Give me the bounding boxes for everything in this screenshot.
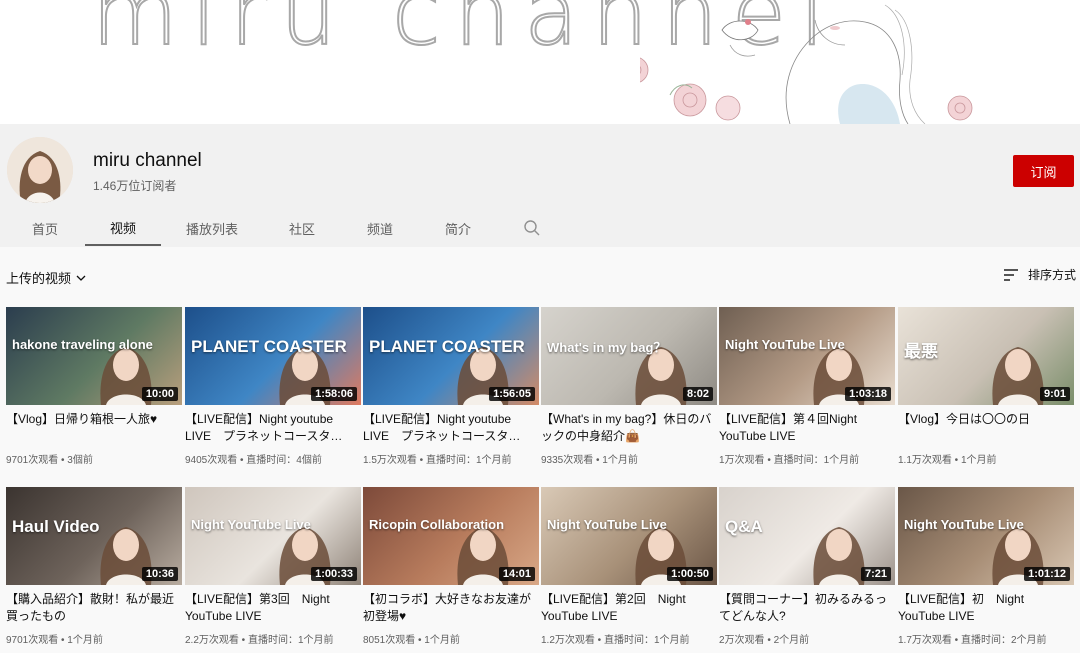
uploads-dropdown[interactable]: 上传的视频 (6, 268, 87, 287)
video-meta: 8051次观看 • 1个月前 (363, 635, 460, 646)
video-duration: 1:00:50 (667, 567, 713, 581)
video-thumbnail[interactable]: Night YouTube Live 1:03:18 (719, 307, 895, 405)
video-title[interactable]: 【LIVE配信】第2回 Night YouTube LIVE (541, 591, 717, 625)
video-title[interactable]: 【Vlog】今日は〇〇の日 (898, 411, 1074, 445)
channel-banner: miru channel (0, 0, 1080, 124)
video-card[interactable]: Haul Video 10:36 【購入品紹介】散財！私が最近買ったもの 9701次观… (6, 487, 182, 646)
thumbnail-text: What's in my bag？ (547, 340, 667, 355)
search-icon[interactable] (523, 219, 541, 237)
tab-community[interactable]: 社区 (274, 210, 330, 246)
thumbnail-text: hakone traveling alone (12, 337, 153, 352)
video-meta: 2.2万次观看 • 直播时间：1个月前 (185, 635, 334, 646)
video-card[interactable]: Ricopin Collaboration 14:01 【初コラボ】大好きなお友達が… (363, 487, 539, 646)
video-meta: 2万次观看 • 2个月前 (719, 635, 810, 646)
video-title[interactable]: 【質問コーナー】初みるみるってどんな人? (719, 591, 895, 625)
video-card[interactable]: Night YouTube Live 1:00:33 【LIVE配信】第3回 Nig… (185, 487, 361, 646)
thumbnail-text: Night YouTube Live (191, 517, 311, 532)
video-duration: 8:02 (682, 387, 713, 401)
video-title[interactable]: 【LIVE配信】Night youtube LIVE プラネットコースタ… (363, 411, 539, 445)
video-title[interactable]: 【LIVE配信】初 Night YouTube LIVE (898, 591, 1074, 625)
video-thumbnail[interactable]: Q&A 7:21 (719, 487, 895, 585)
video-meta: 9335次观看 • 1个月前 (541, 455, 638, 466)
video-thumbnail[interactable]: What's in my bag？ 8:02 (541, 307, 717, 405)
video-meta: 9701次观看 • 1个月前 (6, 635, 103, 646)
thumbnail-text: Night YouTube Live (725, 337, 845, 352)
video-card[interactable]: PLANET COASTER 1:58:06 【LIVE配信】Night youtu… (185, 307, 361, 466)
thumbnail-text: Night YouTube Live (547, 517, 667, 532)
video-title[interactable]: 【LIVE配信】第3回 Night YouTube LIVE (185, 591, 361, 625)
video-title[interactable]: 【Vlog】日帰り箱根一人旅♥ (6, 411, 182, 445)
avatar-image (7, 137, 73, 203)
tab-home[interactable]: 首页 (18, 210, 72, 246)
chevron-down-icon (76, 275, 86, 281)
video-title[interactable]: 【初コラボ】大好きなお友達が初登場♥ (363, 591, 539, 625)
subscriber-count: 1.46万位订阅者 (93, 179, 177, 193)
video-card[interactable]: Night YouTube Live 1:03:18 【LIVE配信】第４回Nigh… (719, 307, 895, 466)
video-meta: 1.5万次观看 • 直播时间：1个月前 (363, 455, 512, 466)
tab-channels[interactable]: 频道 (352, 210, 408, 246)
thumbnail-text: Night YouTube Live (904, 517, 1024, 532)
video-card[interactable]: Night YouTube Live 1:01:12 【LIVE配信】初 Night… (898, 487, 1074, 646)
sort-icon (1004, 268, 1018, 281)
video-duration: 1:01:12 (1024, 567, 1070, 581)
video-title[interactable]: 【購入品紹介】散財！私が最近買ったもの (6, 591, 182, 625)
tab-videos[interactable]: 视频 (85, 210, 161, 246)
video-thumbnail[interactable]: PLANET COASTER 1:58:06 (185, 307, 361, 405)
video-thumbnail[interactable]: Ricopin Collaboration 14:01 (363, 487, 539, 585)
video-title[interactable]: 【LIVE配信】Night youtube LIVE プラネットコースタ… (185, 411, 361, 445)
video-title[interactable]: 【What's in my bag?】休日のバックの中身紹介👜 (541, 411, 717, 445)
video-duration: 1:56:05 (489, 387, 535, 401)
video-duration: 7:21 (860, 567, 891, 581)
video-meta: 1万次观看 • 直播时间：1个月前 (719, 455, 860, 466)
sort-label: 排序方式 (1028, 268, 1077, 282)
sort-button[interactable]: 排序方式 (1003, 266, 1076, 283)
video-meta: 1.7万次观看 • 直播时间：2个月前 (898, 635, 1047, 646)
video-card[interactable]: Night YouTube Live 1:00:50 【LIVE配信】第2回 Nig… (541, 487, 717, 646)
video-title[interactable]: 【LIVE配信】第４回Night YouTube LIVE (719, 411, 895, 445)
video-duration: 9:01 (1039, 387, 1070, 401)
video-duration: 10:36 (141, 567, 178, 581)
section-title: 上传的视频 (6, 271, 72, 286)
thumbnail-text: 最悪 (904, 342, 938, 361)
thumbnail-text: PLANET COASTER (369, 337, 525, 356)
video-duration: 10:00 (141, 387, 178, 401)
thumbnail-text: Haul Video (12, 517, 100, 536)
video-thumbnail[interactable]: Haul Video 10:36 (6, 487, 182, 585)
banner-illustration (640, 4, 973, 124)
video-thumbnail[interactable]: 最悪 9:01 (898, 307, 1074, 405)
video-duration: 14:01 (498, 567, 535, 581)
video-thumbnail[interactable]: Night YouTube Live 1:00:50 (541, 487, 717, 585)
subscribe-button[interactable]: 订阅 (1013, 155, 1074, 187)
channel-name[interactable]: miru channel (93, 150, 202, 172)
video-thumbnail[interactable]: hakone traveling alone 10:00 (6, 307, 182, 405)
video-card[interactable]: 最悪 9:01 【Vlog】今日は〇〇の日 1.1万次观看 • 1个月前 (898, 307, 1074, 466)
video-duration: 1:00:33 (311, 567, 357, 581)
video-thumbnail[interactable]: PLANET COASTER 1:56:05 (363, 307, 539, 405)
tab-playlists[interactable]: 播放列表 (176, 210, 248, 246)
thumbnail-text: Ricopin Collaboration (369, 517, 505, 532)
channel-avatar[interactable] (7, 137, 73, 203)
video-card[interactable]: What's in my bag？ 8:02 【What's in my bag?】… (541, 307, 717, 466)
video-duration: 1:03:18 (845, 387, 891, 401)
video-meta: 9405次观看 • 直播时间：4個前 (185, 455, 322, 466)
video-meta: 9701次观看 • 3個前 (6, 455, 93, 466)
video-card[interactable]: Q&A 7:21 【質問コーナー】初みるみるってどんな人? 2万次观看 • 2个月前 (719, 487, 895, 646)
thumbnail-text: PLANET COASTER (191, 337, 347, 356)
video-duration: 1:58:06 (311, 387, 357, 401)
video-card[interactable]: PLANET COASTER 1:56:05 【LIVE配信】Night youtu… (363, 307, 539, 466)
video-meta: 1.1万次观看 • 1个月前 (898, 455, 997, 466)
thumbnail-text: Q&A (725, 517, 763, 536)
tab-about[interactable]: 简介 (430, 210, 486, 246)
video-card[interactable]: hakone traveling alone 10:00 【Vlog】日帰り箱根一人… (6, 307, 182, 466)
video-meta: 1.2万次观看 • 直播时间：1个月前 (541, 635, 690, 646)
video-thumbnail[interactable]: Night YouTube Live 1:00:33 (185, 487, 361, 585)
video-thumbnail[interactable]: Night YouTube Live 1:01:12 (898, 487, 1074, 585)
